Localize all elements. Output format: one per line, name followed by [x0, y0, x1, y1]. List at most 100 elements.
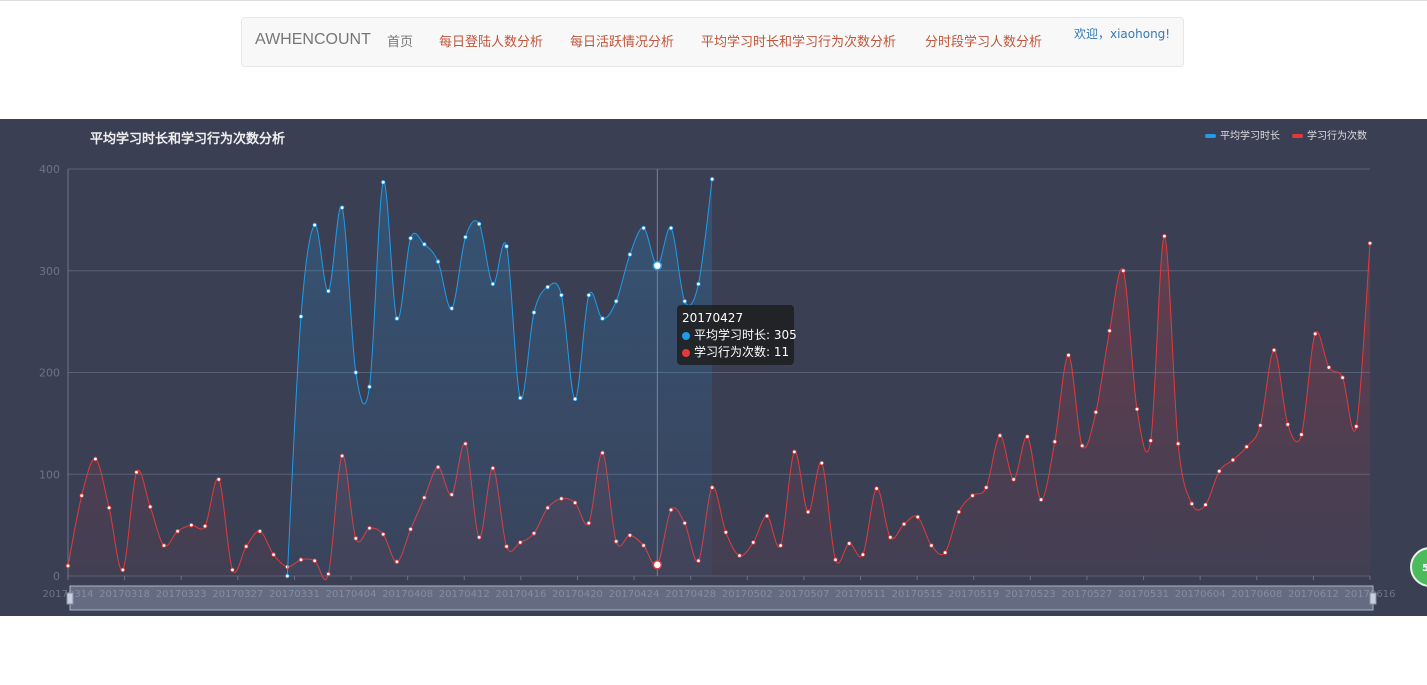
datazoom-slider[interactable] [69, 585, 1374, 611]
data-point-study-actions [1340, 375, 1345, 380]
data-point-study-actions [148, 504, 153, 510]
data-point-avg-study-time [408, 235, 413, 241]
data-point-avg-study-time [490, 281, 496, 287]
chart-tooltip: 20170427 平均学习时长: 305 学习行为次数: 11 [677, 305, 797, 365]
data-point-study-actions [901, 521, 907, 527]
data-point-avg-study-time [326, 288, 331, 294]
data-point-study-actions [189, 522, 194, 528]
nav-link-daily-active[interactable]: 每日活跃情况分析 [570, 31, 674, 50]
data-point-study-actions [997, 433, 1003, 438]
y-tick-label: 200 [39, 367, 60, 380]
tooltip-date: 20170427 [682, 311, 744, 325]
data-point-avg-study-time [449, 306, 454, 311]
data-point-avg-study-time [641, 225, 646, 231]
data-point-study-actions [175, 529, 180, 534]
nav-link-hourly-study[interactable]: 分时段学习人数分析 [925, 31, 1042, 50]
data-point-study-actions [1175, 441, 1181, 446]
y-tick-label: 300 [39, 265, 60, 278]
chart-panel: 0100200300400201703142017031820170323201… [0, 119, 1427, 616]
data-point-study-actions [1244, 444, 1249, 449]
data-point-study-actions [1066, 353, 1071, 358]
data-point-study-actions [847, 541, 852, 546]
data-point-study-actions [723, 530, 729, 535]
line-chart[interactable]: 0100200300400201703142017031820170323201… [0, 119, 1427, 616]
data-point-avg-study-time [614, 299, 619, 304]
data-point-study-actions [1354, 424, 1359, 429]
tooltip-dot-red [682, 348, 690, 357]
data-point-study-actions [1285, 422, 1290, 427]
data-point-study-actions [1038, 497, 1044, 502]
data-point-study-actions [819, 460, 824, 466]
tooltip-row-actions: 学习行为次数: 11 [682, 344, 789, 361]
nav-link-avg-study-time[interactable]: 平均学习时长和学习行为次数分析 [701, 31, 896, 50]
data-point-avg-study-time [435, 259, 441, 264]
data-point-avg-study-time [682, 299, 687, 304]
data-point-study-actions [1093, 409, 1099, 415]
data-point-avg-study-time [668, 225, 674, 231]
tooltip-row-text: 平均学习时长: 305 [694, 328, 797, 342]
y-tick-label: 100 [39, 468, 60, 481]
data-point-study-actions [1025, 434, 1030, 439]
data-point-study-actions [1148, 438, 1153, 443]
data-point-study-actions [120, 567, 126, 573]
data-point-study-actions [1121, 268, 1126, 273]
tooltip-row-avg-time: 平均学习时长: 305 [682, 327, 797, 344]
chart-title: 平均学习时长和学习行为次数分析 [90, 132, 286, 147]
y-tick-label: 0 [53, 570, 60, 583]
data-point-avg-study-time [381, 180, 386, 185]
data-point-study-actions [833, 557, 838, 562]
data-point-study-actions [1258, 423, 1263, 428]
data-point-study-actions [751, 540, 756, 545]
data-point-avg-study-time [572, 396, 578, 402]
top-navbar: AWHENCOUNT 首页 每日登陆人数分析 每日活跃情况分析 平均学习时长和学… [241, 17, 1184, 67]
legend-item-study-actions[interactable]: 学习行为次数 [1292, 127, 1367, 142]
data-point-study-actions [1079, 443, 1085, 448]
hover-point-avg-study-time [652, 260, 663, 271]
data-point-avg-study-time [367, 384, 372, 389]
data-point-study-actions [956, 509, 962, 515]
data-point-study-actions [874, 486, 879, 491]
data-point-study-actions [764, 513, 770, 519]
data-point-avg-study-time [298, 314, 304, 319]
data-point-study-actions [1326, 365, 1332, 370]
nav-link-daily-login[interactable]: 每日登陆人数分析 [439, 31, 543, 50]
data-point-study-actions [93, 456, 98, 462]
data-point-avg-study-time [504, 244, 509, 249]
hover-point-study-actions [652, 560, 663, 570]
tooltip-row-text: 学习行为次数: 11 [694, 345, 790, 359]
data-point-study-actions [1011, 477, 1016, 482]
data-point-study-actions [1217, 468, 1222, 474]
data-point-study-actions [984, 485, 989, 490]
data-point-avg-study-time [285, 573, 290, 579]
data-point-study-actions [257, 529, 263, 534]
data-point-avg-study-time [545, 284, 550, 290]
data-point-avg-study-time [476, 221, 482, 227]
data-point-study-actions [1299, 432, 1304, 437]
welcome-user-link[interactable]: 欢迎，xiaohong! [1074, 25, 1170, 42]
data-point-study-actions [230, 567, 235, 573]
data-point-study-actions [65, 563, 71, 569]
data-point-avg-study-time [600, 316, 605, 321]
datazoom-handle-left[interactable] [66, 592, 74, 605]
legend-swatch-blue [1205, 134, 1216, 138]
data-point-study-actions [1230, 457, 1236, 463]
datazoom-handle-right[interactable] [1369, 592, 1377, 605]
navbar-brand[interactable]: AWHENCOUNT [255, 31, 371, 49]
nav-link-home[interactable]: 首页 [387, 31, 413, 50]
data-point-study-actions [792, 449, 797, 455]
data-point-study-actions [79, 493, 84, 498]
data-point-avg-study-time [709, 176, 715, 182]
data-point-avg-study-time [696, 281, 701, 287]
data-point-study-actions [1189, 501, 1195, 506]
data-point-study-actions [1052, 439, 1057, 444]
data-point-study-actions [243, 544, 249, 549]
data-point-study-actions [942, 550, 948, 555]
data-point-study-actions [271, 552, 276, 557]
data-point-study-actions [778, 543, 783, 548]
data-point-study-actions [1271, 347, 1277, 353]
data-point-study-actions [1312, 331, 1318, 337]
legend-item-avg-study-time[interactable]: 平均学习时长 [1205, 127, 1280, 142]
data-point-avg-study-time [518, 395, 523, 401]
series-area-study-actions [68, 236, 1370, 580]
data-point-study-actions [929, 543, 934, 548]
